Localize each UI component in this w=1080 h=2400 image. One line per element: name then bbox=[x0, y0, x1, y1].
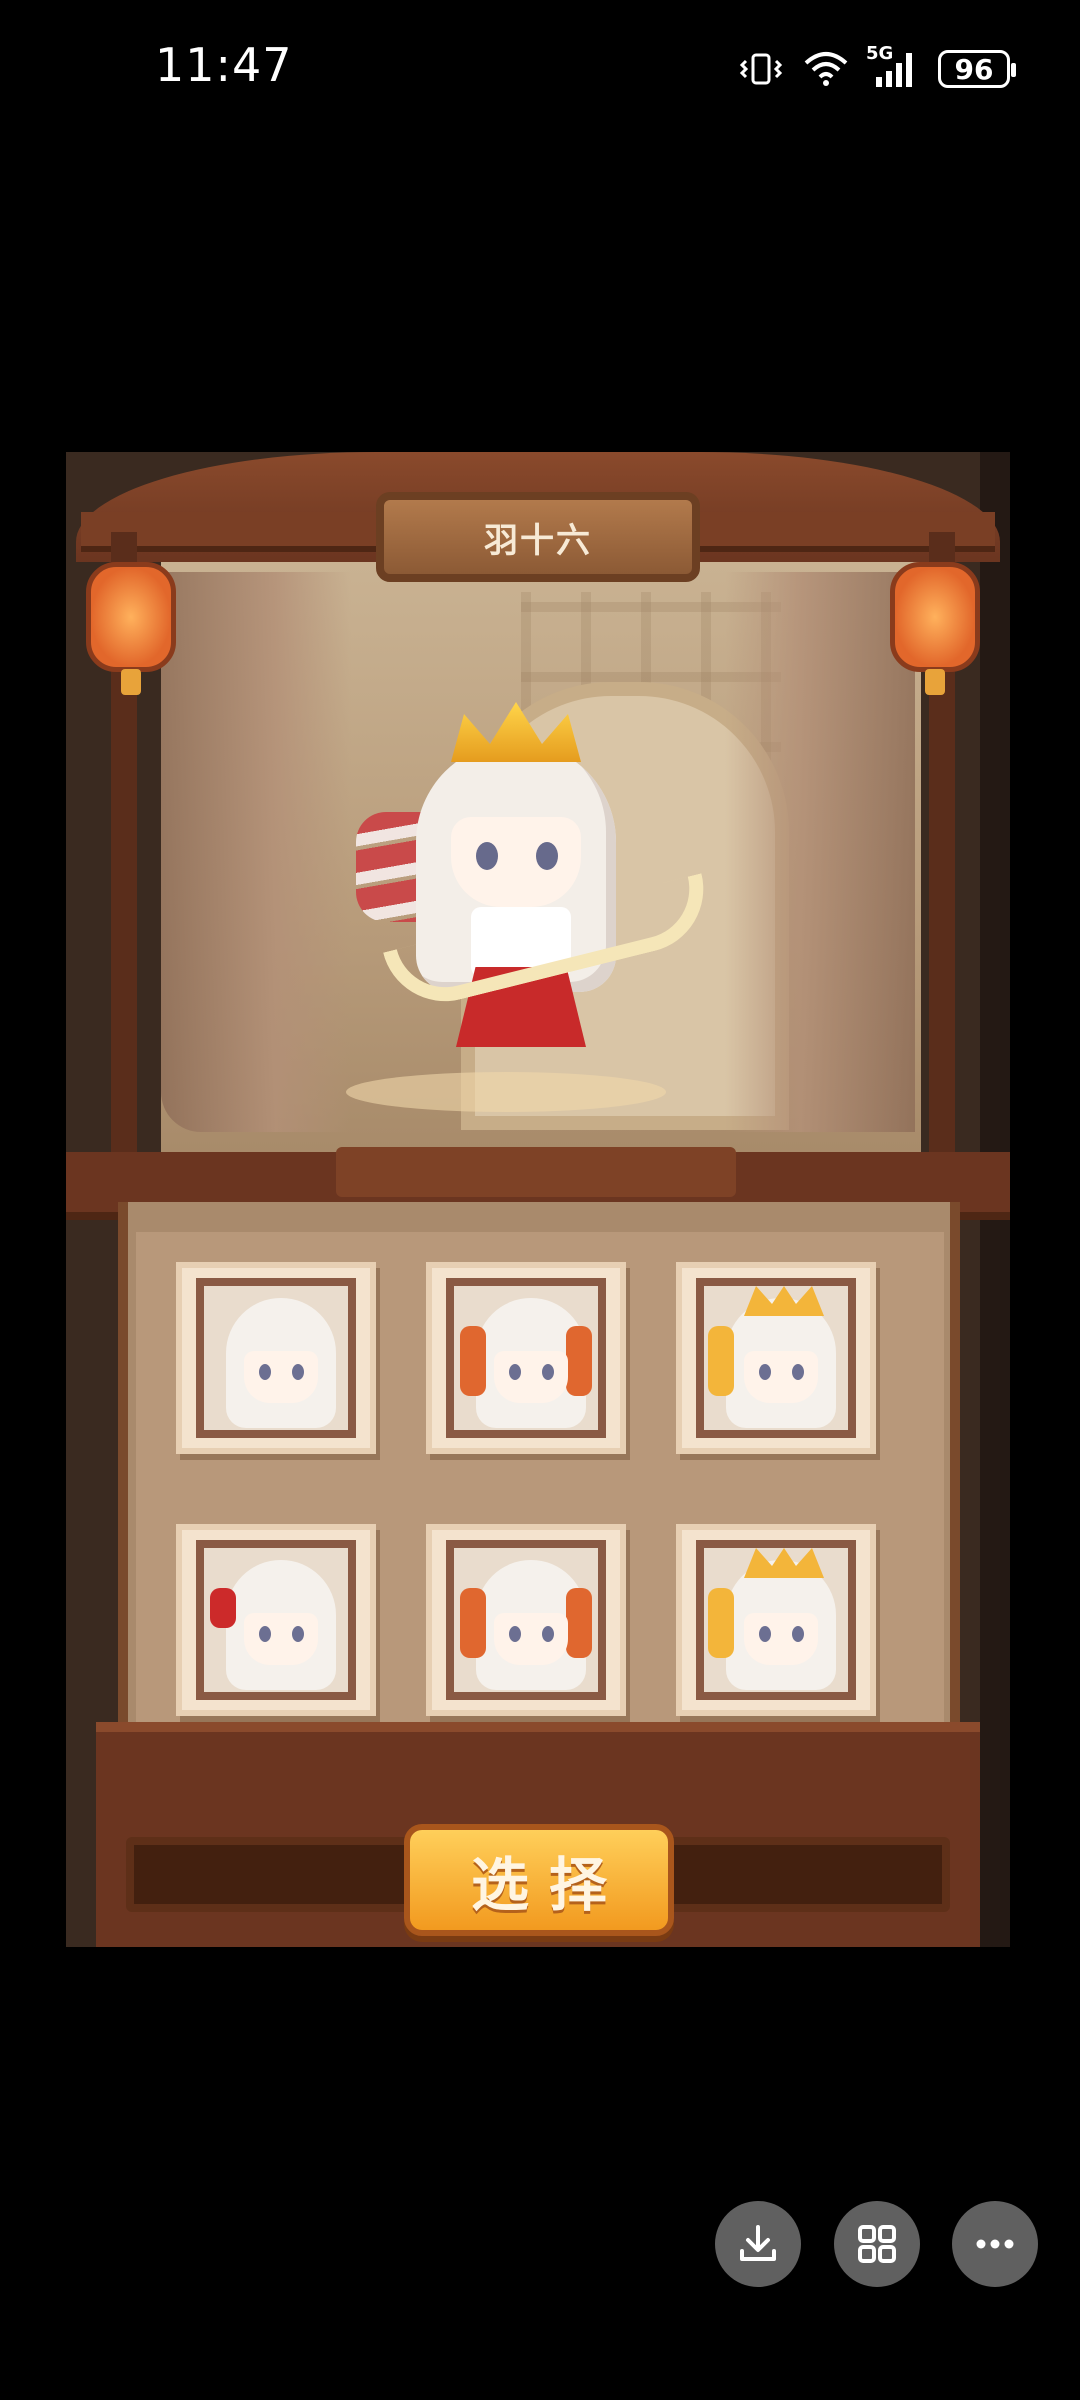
portrait-ribbon bbox=[210, 1588, 236, 1628]
portrait-ornament bbox=[708, 1326, 734, 1396]
download-icon bbox=[740, 2225, 776, 2261]
lantern-left bbox=[86, 562, 176, 695]
portrait-eye bbox=[792, 1364, 804, 1380]
portrait-eye bbox=[509, 1364, 521, 1380]
portrait-ribbon bbox=[566, 1326, 592, 1396]
skin-option-5[interactable] bbox=[426, 1524, 626, 1716]
vibrate-icon bbox=[739, 53, 783, 85]
portrait-eye bbox=[292, 1626, 304, 1642]
status-bar: 11:47 5G 96 bbox=[0, 0, 1080, 140]
skin-option-3[interactable] bbox=[676, 1262, 876, 1454]
skin-frame bbox=[446, 1278, 606, 1438]
floor-glow bbox=[346, 1072, 666, 1112]
portrait-eye bbox=[259, 1364, 271, 1380]
select-button[interactable]: 选择 bbox=[404, 1824, 674, 1936]
character-eye-right bbox=[536, 842, 558, 870]
portrait-eye bbox=[759, 1364, 771, 1380]
signal-icon: 5G bbox=[866, 43, 922, 89]
skin-frame bbox=[696, 1540, 856, 1700]
status-time: 11:47 bbox=[155, 38, 293, 92]
skin-frame bbox=[446, 1540, 606, 1700]
skin-option-2[interactable] bbox=[426, 1262, 626, 1454]
game-screen: 羽十六 选择 bbox=[66, 452, 1010, 1947]
portrait-eye bbox=[509, 1626, 521, 1642]
portrait-eye bbox=[792, 1626, 804, 1642]
portrait-face bbox=[244, 1351, 318, 1403]
portrait-eye bbox=[292, 1364, 304, 1380]
portrait-face bbox=[744, 1613, 818, 1665]
character-eye-left bbox=[476, 842, 498, 870]
character-name: 羽十六 bbox=[484, 520, 592, 561]
portrait-eye bbox=[259, 1626, 271, 1642]
skin-grid bbox=[176, 1262, 936, 1762]
character-face bbox=[451, 817, 581, 907]
skin-option-6[interactable] bbox=[676, 1524, 876, 1716]
character-preview bbox=[356, 702, 717, 1062]
portrait-crown bbox=[744, 1548, 824, 1578]
more-icon bbox=[976, 2239, 1014, 2249]
skin-option-1[interactable] bbox=[176, 1262, 376, 1454]
skin-option-4[interactable] bbox=[176, 1524, 376, 1716]
portrait-face bbox=[744, 1351, 818, 1403]
portrait-crown bbox=[744, 1286, 824, 1316]
download-button[interactable] bbox=[715, 2201, 801, 2287]
character-crown bbox=[451, 702, 581, 762]
curtain-left bbox=[161, 572, 351, 1132]
select-button-label: 选择 bbox=[470, 1851, 627, 1919]
portrait-face bbox=[494, 1351, 568, 1403]
portrait-ribbon bbox=[460, 1588, 486, 1658]
grid-icon bbox=[858, 2225, 896, 2263]
counter-sign bbox=[336, 1147, 736, 1197]
portrait-eye bbox=[542, 1364, 554, 1380]
skin-frame bbox=[196, 1540, 356, 1700]
lantern-right bbox=[890, 562, 980, 695]
skin-frame bbox=[196, 1278, 356, 1438]
skin-frame bbox=[696, 1278, 856, 1438]
portrait-eye bbox=[542, 1626, 554, 1642]
character-name-plate: 羽十六 bbox=[376, 492, 700, 582]
portrait-face bbox=[494, 1613, 568, 1665]
battery-indicator: 96 bbox=[938, 50, 1016, 88]
portrait-ornament bbox=[708, 1588, 734, 1658]
portrait-eye bbox=[759, 1626, 771, 1642]
more-button[interactable] bbox=[952, 2201, 1038, 2287]
wifi-icon bbox=[804, 52, 848, 86]
grid-button[interactable] bbox=[834, 2201, 920, 2287]
portrait-ribbon bbox=[566, 1588, 592, 1658]
portrait-ribbon bbox=[460, 1326, 486, 1396]
portrait-face bbox=[244, 1613, 318, 1665]
curtain-right bbox=[725, 572, 915, 1132]
status-icons: 5G 96 bbox=[736, 43, 1016, 94]
